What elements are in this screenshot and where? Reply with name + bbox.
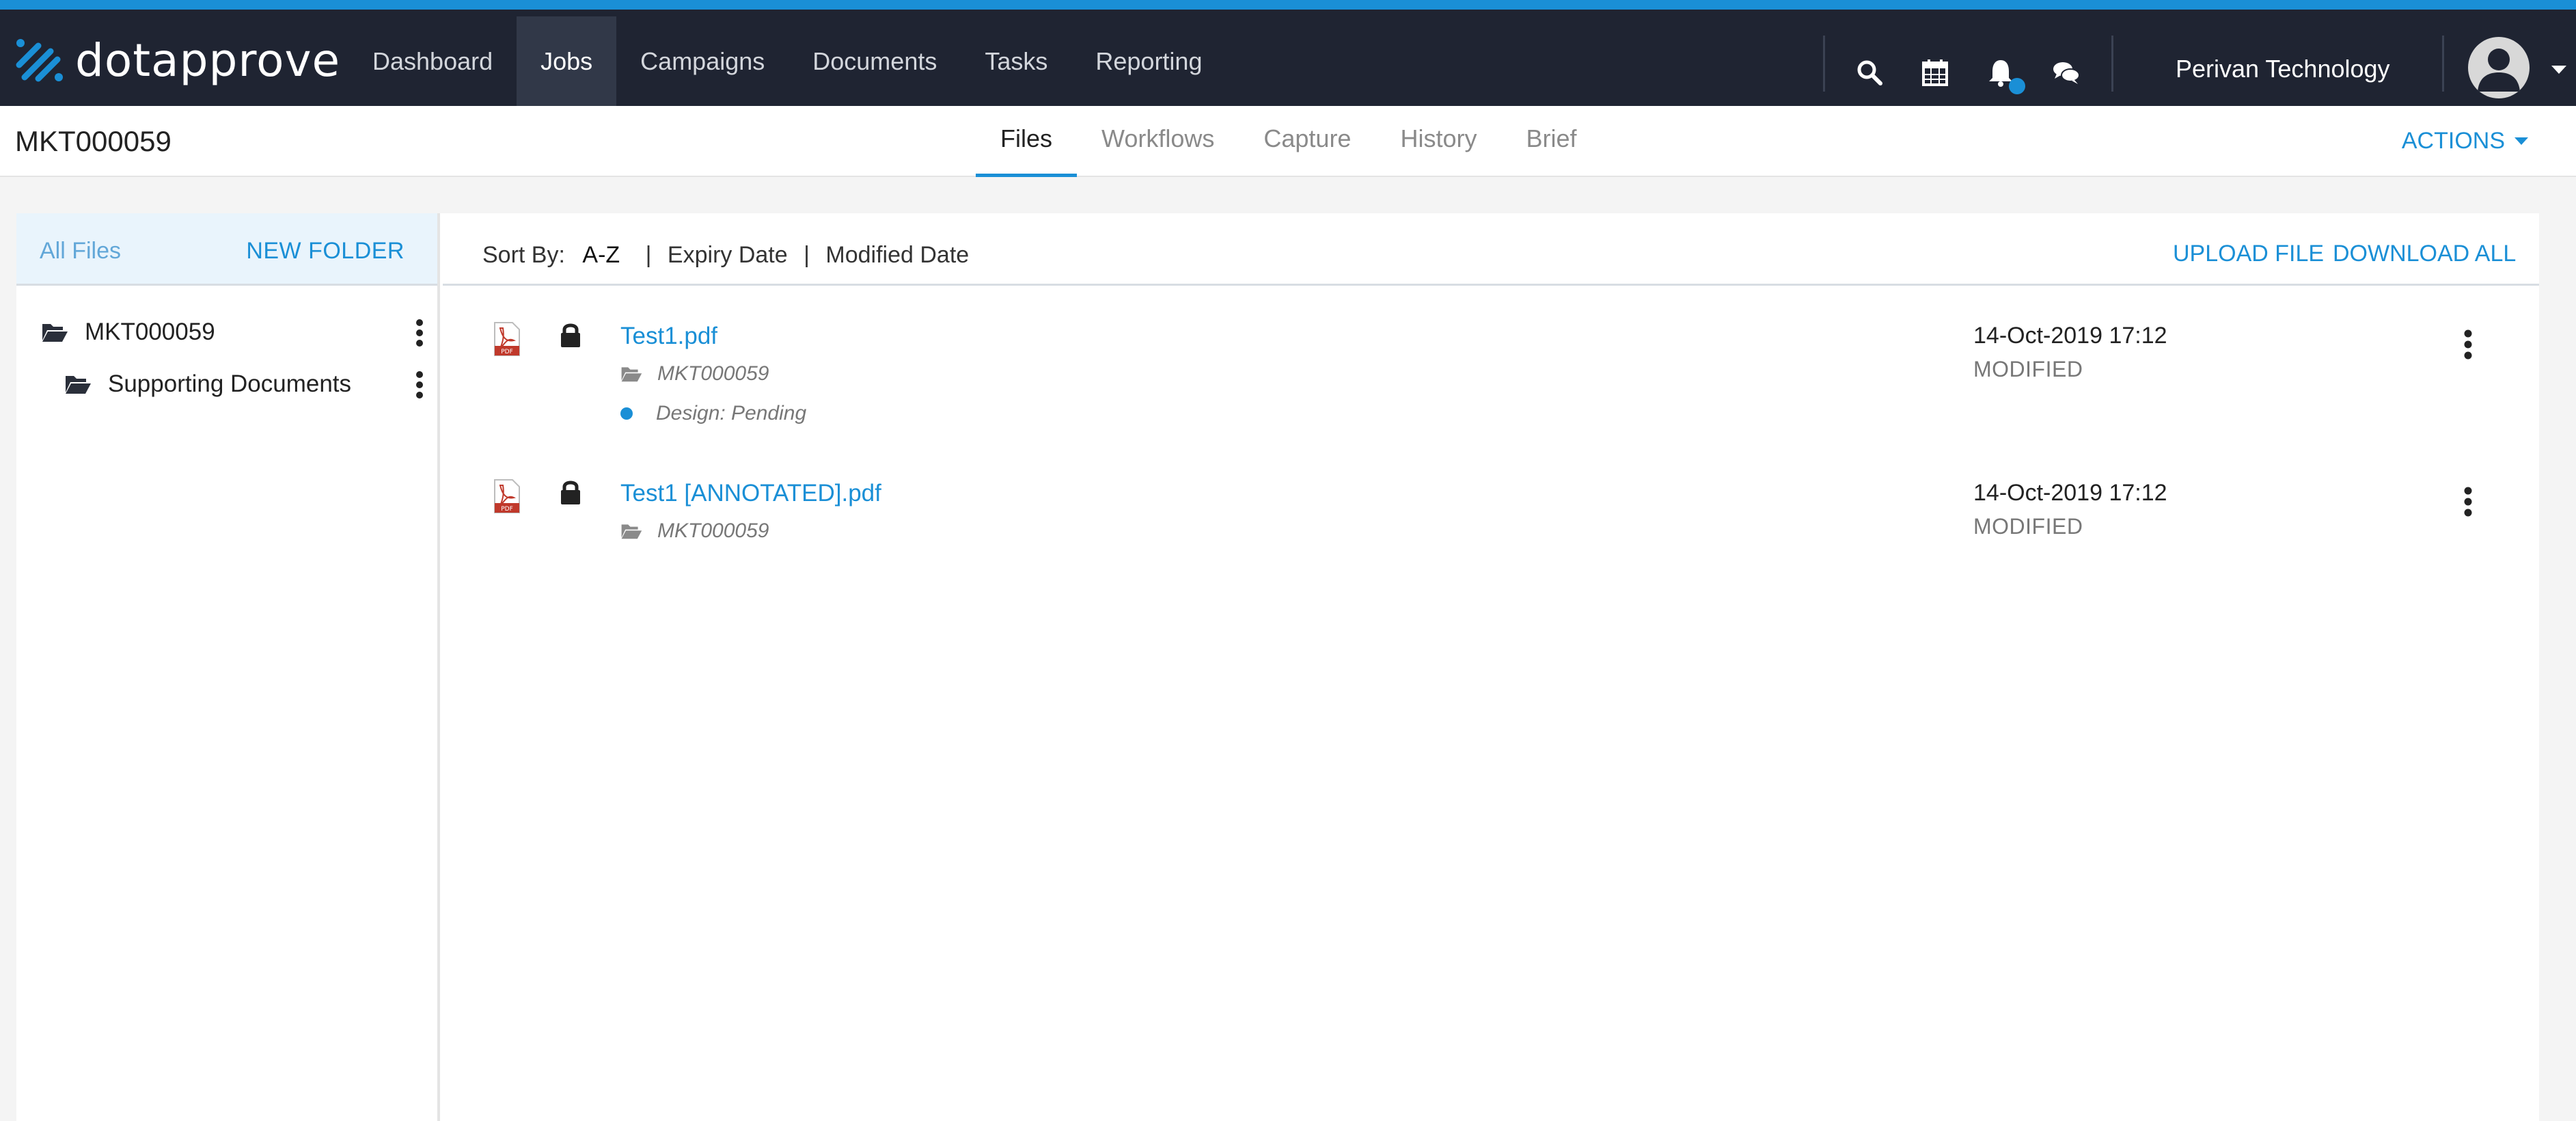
- avatar[interactable]: [2468, 37, 2530, 98]
- nav-campaigns[interactable]: Campaigns: [616, 16, 789, 106]
- svg-text:PDF: PDF: [501, 506, 513, 513]
- job-header: MKT000059 Files Workflows Capture Histor…: [0, 106, 2576, 177]
- file-folder: MKT000059: [620, 362, 769, 386]
- file-folder-label: MKT000059: [657, 519, 769, 542]
- more-vertical-icon[interactable]: [415, 319, 424, 347]
- chevron-down-icon: [2515, 137, 2528, 145]
- actions-dropdown[interactable]: ACTIONS: [2402, 128, 2528, 154]
- dotapprove-logo-icon: [16, 39, 63, 82]
- logo[interactable]: dotapprove: [15, 33, 340, 87]
- chevron-down-icon[interactable]: [2551, 66, 2566, 74]
- folder-open-icon: [42, 324, 68, 342]
- organization-name[interactable]: Perivan Technology: [2176, 55, 2390, 83]
- file-row: PDF Test1.pdf MKT000059 Design: Pending …: [443, 314, 2539, 444]
- pdf-file-icon: PDF: [494, 479, 520, 513]
- folder-label: MKT000059: [85, 319, 215, 345]
- folder-sidebar: All Files NEW FOLDER MKT000059 Supportin…: [16, 213, 440, 1121]
- download-all-button[interactable]: DOWNLOAD ALL: [2333, 241, 2516, 267]
- lock-icon: [561, 481, 580, 504]
- file-toolbar: Sort By: A-Z | Expiry Date | Modified Da…: [443, 213, 2539, 286]
- sort-option-expiry-date[interactable]: Expiry Date: [668, 242, 788, 268]
- file-name-link[interactable]: Test1.pdf: [620, 323, 717, 350]
- tab-capture[interactable]: Capture: [1239, 106, 1375, 177]
- nav-divider: [2442, 36, 2444, 92]
- sort-separator: |: [645, 242, 652, 268]
- file-date-label: MODIFIED: [1973, 514, 2083, 539]
- actions-label: ACTIONS: [2401, 128, 2505, 154]
- sort-label: Sort By:: [482, 242, 565, 268]
- folder-open-icon: [621, 524, 642, 539]
- more-vertical-icon[interactable]: [2463, 487, 2473, 517]
- folder-tree-item[interactable]: MKT000059: [16, 312, 437, 353]
- logo-text: dotapprove: [75, 33, 341, 87]
- sort-option-modified-date[interactable]: Modified Date: [825, 242, 969, 268]
- notification-badge: [2009, 78, 2025, 94]
- more-vertical-icon[interactable]: [415, 370, 424, 399]
- file-modified-date: 14-Oct-2019 17:12: [1973, 323, 2167, 349]
- folder-label: Supporting Documents: [108, 370, 352, 397]
- nav-jobs[interactable]: Jobs: [517, 16, 617, 106]
- search-icon[interactable]: [1854, 57, 1885, 87]
- upload-file-button[interactable]: UPLOAD FILE: [2173, 241, 2324, 267]
- tab-files[interactable]: Files: [976, 106, 1078, 177]
- sidebar-header: All Files NEW FOLDER: [16, 213, 437, 286]
- sort-bar: Sort By: A-Z | Expiry Date | Modified Da…: [482, 242, 969, 269]
- nav-tasks[interactable]: Tasks: [961, 16, 1071, 106]
- file-date-label: MODIFIED: [1973, 357, 2083, 381]
- nav-dashboard[interactable]: Dashboard: [348, 16, 517, 106]
- chat-icon[interactable]: [2051, 57, 2081, 87]
- lock-icon: [561, 323, 580, 347]
- file-row: PDF Test1 [ANNOTATED].pdf MKT000059 14-O…: [443, 472, 2539, 560]
- nav-divider: [1823, 36, 1825, 92]
- file-folder-label: MKT000059: [657, 362, 769, 385]
- calendar-icon[interactable]: [1920, 57, 1950, 87]
- top-navbar: dotapprove Dashboard Jobs Campaigns Docu…: [0, 0, 2576, 106]
- file-modified-date: 14-Oct-2019 17:12: [1973, 480, 2167, 506]
- more-vertical-icon[interactable]: [2463, 329, 2473, 360]
- tab-brief[interactable]: Brief: [1501, 106, 1601, 177]
- tab-history[interactable]: History: [1375, 106, 1501, 177]
- nav-divider: [2111, 36, 2113, 92]
- sort-separator: |: [804, 242, 810, 268]
- job-tabs: Files Workflows Capture History Brief: [976, 106, 1602, 177]
- file-name-link[interactable]: Test1 [ANNOTATED].pdf: [620, 480, 881, 507]
- file-status-label: Design: Pending: [656, 402, 807, 424]
- nav-documents[interactable]: Documents: [789, 16, 961, 106]
- folder-tree-item[interactable]: Supporting Documents: [16, 364, 437, 405]
- nav-reporting[interactable]: Reporting: [1071, 16, 1226, 106]
- files-panel: All Files NEW FOLDER MKT000059 Supportin…: [16, 213, 2539, 1121]
- user-avatar-icon: [2478, 49, 2520, 92]
- file-list-area: Sort By: A-Z | Expiry Date | Modified Da…: [443, 213, 2539, 1121]
- file-folder: MKT000059: [620, 519, 769, 543]
- folder-open-icon: [621, 367, 642, 382]
- file-status: Design: Pending: [620, 402, 806, 425]
- pdf-file-icon: PDF: [494, 322, 520, 356]
- sort-option-az[interactable]: A-Z: [582, 242, 620, 268]
- tab-workflows[interactable]: Workflows: [1077, 106, 1239, 177]
- all-files-link[interactable]: All Files: [40, 238, 121, 265]
- new-folder-button[interactable]: NEW FOLDER: [246, 238, 405, 265]
- svg-text:PDF: PDF: [501, 349, 513, 355]
- main-nav: Dashboard Jobs Campaigns Documents Tasks…: [348, 16, 1226, 106]
- folder-open-icon: [66, 376, 91, 394]
- page-title: MKT000059: [15, 125, 172, 157]
- status-dot-icon: [620, 407, 633, 420]
